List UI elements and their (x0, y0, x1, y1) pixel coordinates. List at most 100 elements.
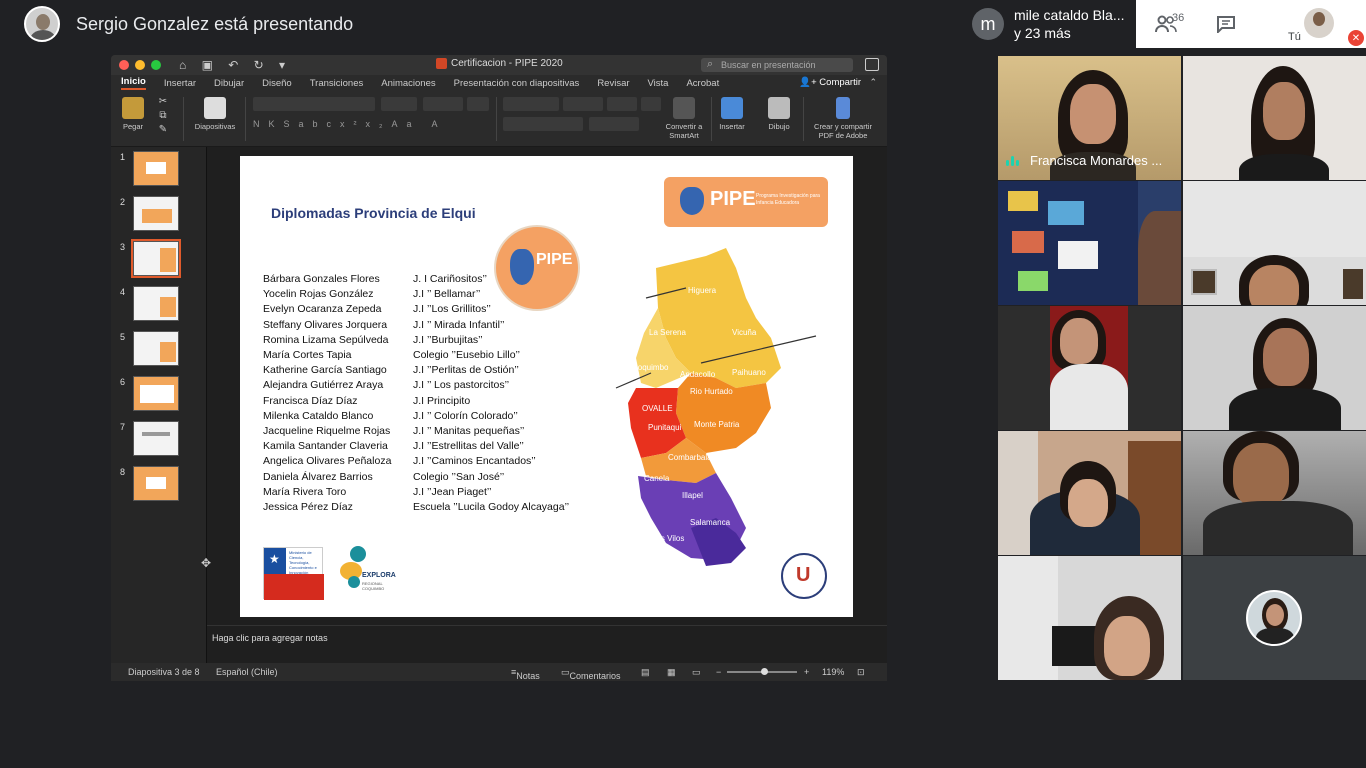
list-item: Angelica Olivares Peñaloza (263, 455, 392, 468)
map-label-ovalle: OVALLE (642, 404, 673, 413)
font-grow-shrink[interactable] (423, 97, 463, 111)
list-item: J.I ’’ Los pastorcitos’’ (413, 379, 510, 392)
share-button[interactable]: 👤+ Compartir (799, 77, 861, 88)
text-direction[interactable] (589, 117, 639, 131)
tab-acrobat[interactable]: Acrobat (686, 78, 719, 89)
pinned-participant-label: mile cataldo Bla... y 23 más (1014, 6, 1125, 42)
participant-tile[interactable] (1183, 431, 1366, 555)
list-item: Bárbara Gonzales Flores (263, 273, 380, 285)
speaker-notes-pane[interactable]: Haga clic para agregar notas (207, 625, 887, 663)
chat-button[interactable] (1196, 0, 1256, 48)
search-presentation-input[interactable]: Buscar en presentación (701, 57, 853, 72)
reading-view-icon[interactable]: ▭ (692, 667, 701, 678)
powerpoint-icon (436, 58, 447, 69)
line-spacing[interactable] (607, 97, 637, 111)
thumbnail-slide-4[interactable]: 4 (120, 286, 179, 321)
tab-vista[interactable]: Vista (648, 78, 669, 89)
draw-button[interactable]: Dibujo (759, 97, 799, 131)
slide-thumbnails: 1 2 3 4 5 6 7 8 (111, 147, 207, 663)
pinned-more: y 23 más (1014, 25, 1071, 41)
participant-tile[interactable]: Francisca Monardes ... (998, 56, 1181, 180)
map-label-higuera: Higuera (688, 286, 717, 295)
pipe-logo-badge: PIPE Programa Investigación para Infanci… (664, 177, 828, 227)
ribbon-toolbar: Pegar ✂ ⧉ ✎ Diapositivas NKSabcx²x₂Aa A Co… (111, 91, 887, 147)
tab-diseno[interactable]: Diseño (262, 78, 292, 89)
zoom-in-icon[interactable]: + (804, 667, 809, 677)
alignment-buttons[interactable] (503, 117, 583, 131)
tab-transiciones[interactable]: Transiciones (310, 78, 364, 89)
participant-tile[interactable] (998, 431, 1181, 555)
list-item: Evelyn Ocaranza Zepeda (263, 303, 382, 316)
thumbnail-slide-1[interactable]: 1 (120, 151, 179, 186)
comments-toggle[interactable]: ▭ Comentarios (561, 667, 621, 681)
font-size-select[interactable] (381, 97, 417, 111)
zoom-level[interactable]: 119% (822, 667, 844, 677)
move-cursor-icon: ✥ (201, 556, 212, 570)
share-window-icon[interactable] (865, 58, 879, 71)
clipboard-actions[interactable]: ✂ ⧉ ✎ (155, 95, 171, 137)
coquimbo-region-map: Higuera La Serena Vicuña Coquimbo Andaco… (596, 248, 836, 578)
normal-view-icon[interactable]: ▤ (641, 667, 650, 678)
thumbnail-slide-8[interactable]: 8 (120, 466, 179, 501)
list-item: Jessica Pérez Díaz (263, 501, 353, 514)
thumbnail-slide-6[interactable]: 6 (120, 376, 179, 411)
participant-tile[interactable] (1183, 56, 1366, 180)
slide-icon (204, 97, 226, 119)
convert-smartart-button[interactable]: Convertir a SmartArt (663, 97, 705, 140)
bullets-list[interactable] (503, 97, 559, 111)
columns-button[interactable] (641, 97, 661, 111)
status-bar: Diapositiva 3 de 8 Español (Chile) ≡ Not… (111, 663, 887, 681)
participant-tile[interactable] (1183, 306, 1366, 430)
text-format-buttons[interactable]: NKSabcx²x₂Aa A (253, 119, 493, 129)
graduates-names-list: Bárbara Gonzales Flores Yocelin Rojas Go… (263, 272, 391, 515)
thumbnail-slide-7[interactable]: 7 (120, 421, 179, 456)
tab-revisar[interactable]: Revisar (597, 78, 629, 89)
new-slide-button[interactable]: Diapositivas (191, 97, 239, 131)
current-slide[interactable]: Diplomadas Provincia de Elqui PIPE Progr… (240, 156, 853, 617)
list-item: María Rivera Toro (263, 485, 347, 498)
collapse-ribbon-icon[interactable]: ⌃ (869, 77, 877, 88)
tab-dibujar[interactable]: Dibujar (214, 78, 244, 89)
notes-toggle[interactable]: ≡ Notas (511, 667, 540, 681)
editor-area: 1 2 3 4 5 6 7 8 Diplomadas Provincia de … (111, 147, 887, 663)
slide-sorter-icon[interactable]: ▦ (667, 667, 676, 678)
thumbnail-slide-2[interactable]: 2 (120, 196, 179, 231)
quick-access-toolbar[interactable]: ⌂ ▣ ↶ ↻ ▾ (179, 58, 291, 72)
presenter-text: Sergio Gonzalez está presentando (76, 13, 354, 34)
presenter-banner: Sergio Gonzalez está presentando (24, 6, 353, 42)
insert-button[interactable]: Insertar (715, 97, 749, 131)
slide-counter: Diapositiva 3 de 8 (128, 667, 200, 677)
font-family-select[interactable] (253, 97, 375, 111)
zoom-slider-handle[interactable] (761, 668, 768, 675)
map-label-coquimbo: Coquimbo (632, 363, 669, 372)
zoom-out-icon[interactable]: − (716, 667, 721, 677)
tab-insertar[interactable]: Insertar (164, 78, 196, 89)
thumbnail-slide-5[interactable]: 5 (120, 331, 179, 366)
participant-tile[interactable] (998, 181, 1181, 305)
tab-inicio[interactable]: Inicio (121, 76, 146, 90)
map-label-illapel: Illapel (682, 491, 703, 500)
indent-buttons[interactable] (563, 97, 603, 111)
language-indicator[interactable]: Español (Chile) (216, 667, 278, 677)
clear-format-button[interactable] (467, 97, 489, 111)
participant-tile[interactable] (1183, 181, 1366, 305)
close-window-button[interactable] (119, 60, 129, 70)
map-label-combarbala: Combarbalá (668, 453, 712, 462)
maximize-window-button[interactable] (151, 60, 161, 70)
list-item: Colegio ’’San José’’ (413, 470, 505, 483)
fit-slide-icon[interactable]: ⊡ (857, 667, 865, 678)
pinned-participant[interactable]: m mile cataldo Bla... y 23 más (964, 0, 1136, 48)
minimize-window-button[interactable] (135, 60, 145, 70)
map-label-los-vilos: Los Vilos (652, 534, 685, 543)
paste-button[interactable]: Pegar (117, 97, 149, 131)
participant-tile[interactable] (998, 306, 1181, 430)
adobe-pdf-button[interactable]: Crear y compartir PDF de Adobe (807, 97, 879, 140)
participant-tile[interactable] (998, 556, 1181, 680)
participants-button[interactable]: 36 (1136, 0, 1196, 48)
self-label: Tú (1288, 31, 1301, 43)
thumbnail-slide-3[interactable]: 3 (120, 239, 181, 278)
self-avatar (1304, 8, 1334, 38)
self-view-tile[interactable]: Tú ✕ (1276, 0, 1366, 48)
tab-animaciones[interactable]: Animaciones (381, 78, 435, 89)
tab-presentacion[interactable]: Presentación con diapositivas (454, 78, 580, 89)
